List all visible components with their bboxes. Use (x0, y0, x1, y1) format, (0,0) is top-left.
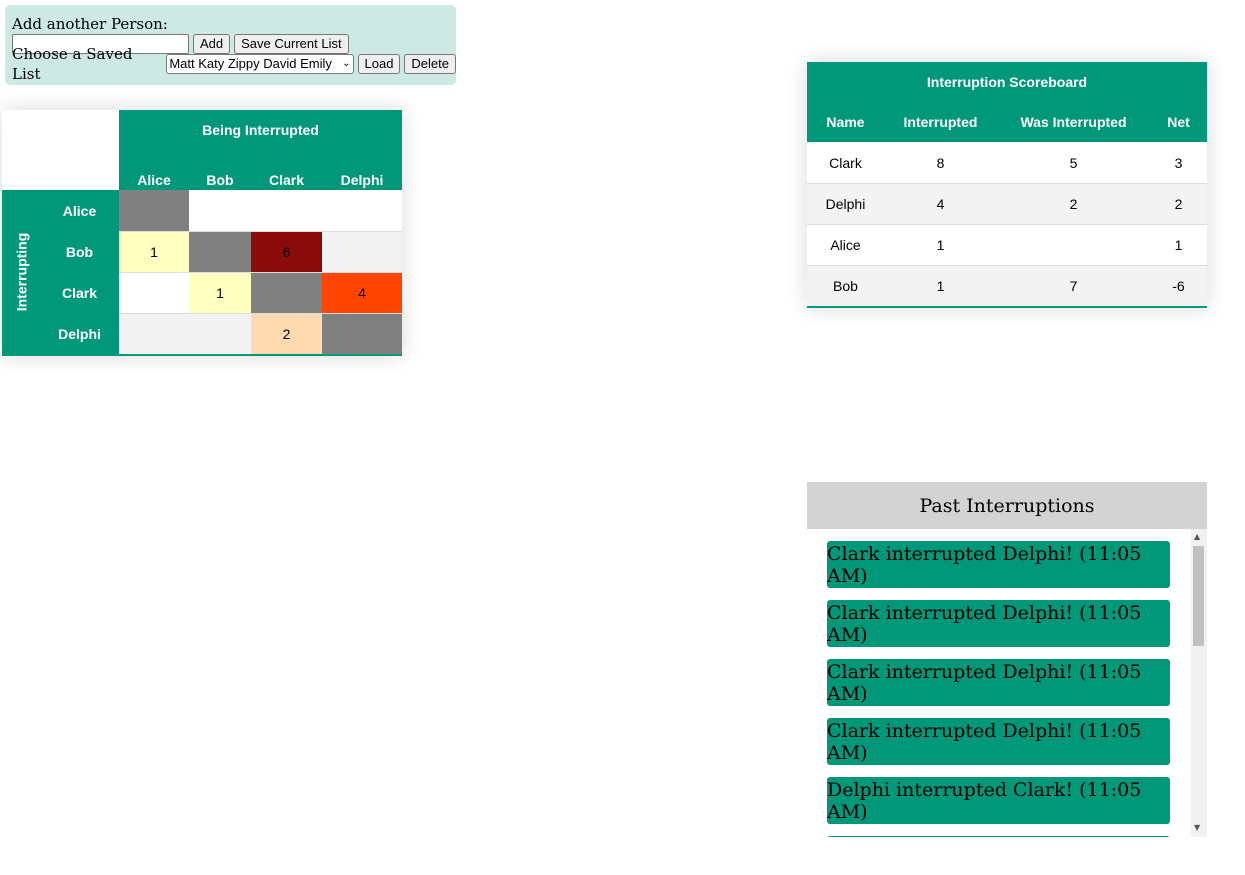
scroll-thumb[interactable] (1193, 546, 1204, 646)
was-interrupted-cell: 7 (1069, 278, 1078, 294)
list-item: Clark interrupted Delphi! (11:05 AM) (827, 541, 1170, 588)
net-cell: 2 (1174, 196, 1183, 212)
grid-cell[interactable]: 1 (119, 231, 189, 272)
controls-panel: Add another Person: Add Save Current Lis… (5, 5, 456, 85)
table-row: Clark 8 5 3 (807, 142, 1207, 183)
was-interrupted-cell: 2 (1069, 196, 1078, 212)
grid-cell[interactable] (189, 313, 251, 354)
list-item: Clark interrupted Delphi! (11:05 AM) (827, 600, 1170, 647)
interruption-grid: Being Interrupted Alice x Bob x Clark x … (2, 110, 402, 356)
column-header-net: Net (1167, 114, 1190, 130)
grid-cell[interactable]: 4 (322, 272, 402, 313)
grid-cell[interactable] (119, 313, 189, 354)
interruption-scoreboard: Interruption Scoreboard Name Interrupted… (807, 62, 1207, 308)
column-header-delphi: Delphi (322, 150, 402, 190)
scoreboard-header-row: Name Interrupted Was Interrupted Net (807, 102, 1207, 142)
past-interruptions-title: Past Interruptions (807, 482, 1207, 529)
interrupted-cell: 1 (936, 278, 945, 294)
column-header-interrupted: Interrupted (903, 114, 978, 130)
grid-corner (2, 110, 119, 190)
name-cell: Alice (830, 237, 861, 253)
column-name: Clark (268, 172, 305, 188)
row-header-alice: Alice (40, 190, 119, 231)
grid-cell[interactable] (119, 190, 189, 231)
grid-cell[interactable] (251, 272, 322, 313)
name-cell: Delphi (825, 196, 866, 212)
grid-cell[interactable]: 2 (251, 313, 322, 354)
interrupted-cell: 1 (936, 237, 945, 253)
grid-cell[interactable] (189, 190, 251, 231)
interrupting-label: Interrupting (13, 232, 30, 312)
column-name: Bob (206, 172, 234, 188)
interrupted-cell: 8 (936, 154, 945, 171)
grid-cell[interactable] (322, 190, 402, 231)
column-header-bob: Bob (189, 150, 251, 190)
list-item: Clark interrupted Delphi! (11:05 AM) (827, 718, 1170, 765)
grid-cell[interactable]: 6 (251, 231, 322, 272)
scroll-up-arrow-icon[interactable]: ▲ (1194, 532, 1200, 541)
table-row: Alice 1 1 (807, 224, 1207, 265)
past-interruptions-panel: Past Interruptions Clark interrupted Del… (807, 482, 1207, 837)
add-person-label: Add another Person: (12, 15, 168, 33)
saved-list-row: Choose a Saved List Matt Katy Zippy Davi… (12, 45, 456, 83)
grid-cell[interactable] (251, 190, 322, 231)
was-interrupted-cell (997, 225, 1150, 265)
column-name: Delphi (340, 172, 384, 188)
column-header-alice: Alice (119, 150, 189, 190)
list-item: Delphi interrupted Clark! (11:05 AM) (827, 777, 1170, 824)
name-cell: Bob (833, 278, 858, 294)
row-header-clark: Clark (40, 272, 119, 313)
net-cell: 3 (1174, 154, 1183, 171)
delete-button[interactable]: Delete (404, 54, 456, 74)
interrupting-header: Interrupting (2, 190, 40, 354)
column-header-row: Alice x Bob x Clark x Delphi x (119, 150, 402, 209)
grid-cell[interactable] (189, 231, 251, 272)
load-button[interactable]: Load (357, 54, 401, 74)
row-name: Bob (65, 243, 94, 260)
net-cell: -6 (1172, 278, 1185, 294)
add-button[interactable]: Add (193, 34, 231, 54)
being-interrupted-header: Being Interrupted (119, 110, 402, 150)
row-name: Delphi (58, 325, 101, 342)
table-row: Bob 1 7 -6 (807, 265, 1207, 306)
column-header-name: Name (826, 114, 865, 130)
row-name: Clark (61, 284, 98, 301)
chevron-down-icon: ⌄ (342, 58, 351, 69)
net-cell: 1 (1174, 237, 1183, 253)
row-name: Alice (62, 202, 97, 219)
table-row: Delphi 4 2 2 (807, 183, 1207, 224)
past-interruptions-list[interactable]: Clark interrupted Delphi! (11:05 AM) Cla… (807, 529, 1191, 837)
column-header-clark: Clark (251, 150, 322, 190)
row-header-delphi: Delphi (40, 313, 119, 354)
interrupted-cell: 4 (936, 196, 945, 212)
column-name: Alice (137, 172, 171, 188)
grid-cell[interactable]: 1 (189, 272, 251, 313)
saved-list-selected-value: Matt Katy Zippy David Emily (169, 56, 332, 71)
add-person-label-row: Add another Person: (12, 14, 456, 34)
grid-cell[interactable] (322, 231, 402, 272)
list-item: Clark interrupted Delphi! (11:05 AM) (827, 659, 1170, 706)
column-header-was-interrupted: Was Interrupted (1020, 114, 1127, 130)
being-interrupted-label: Being Interrupted (202, 122, 319, 138)
was-interrupted-cell: 5 (1069, 154, 1078, 171)
grid-cell[interactable] (119, 272, 189, 313)
scroll-down-arrow-icon[interactable]: ▼ (1194, 823, 1200, 832)
choose-saved-list-label: Choose a Saved List (12, 45, 133, 83)
grid-cell[interactable] (322, 313, 402, 354)
past-list-scrollbar[interactable]: ▲ ▼ (1191, 529, 1207, 837)
list-item (827, 836, 1170, 837)
scoreboard-title: Interruption Scoreboard (807, 62, 1207, 102)
saved-list-select[interactable]: Matt Katy Zippy David Emily ⌄ (166, 54, 354, 74)
name-cell: Clark (829, 154, 862, 171)
row-header-bob: Bob (40, 231, 119, 272)
scoreboard-body: Clark 8 5 3 Delphi 4 2 2 Alice 1 1 Bob 1… (807, 142, 1207, 306)
save-current-list-button[interactable]: Save Current List (234, 34, 349, 54)
